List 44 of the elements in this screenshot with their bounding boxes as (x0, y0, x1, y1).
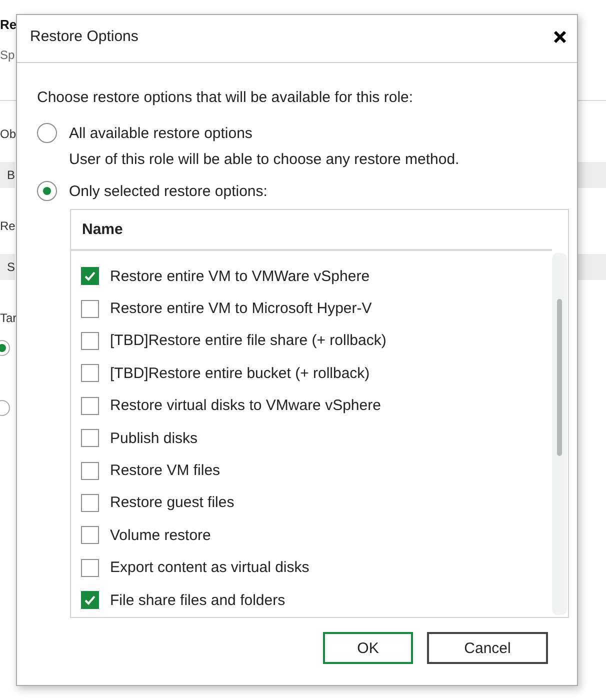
checkbox[interactable] (81, 396, 99, 415)
option-label: Restore entire VM to VMWare vSphere (110, 268, 370, 285)
checkbox[interactable] (81, 462, 99, 480)
checkbox[interactable] (81, 558, 99, 577)
option-label: Publish disks (110, 430, 198, 447)
field-label: Tar (0, 311, 17, 325)
option-label: [TBD]Restore entire file share (+ rollback) (110, 332, 386, 350)
checkbox[interactable] (81, 494, 99, 512)
option-description: User of this role will be able to choose any restore method. (69, 150, 460, 170)
option-label: Export content as virtual disks (110, 559, 310, 576)
dialog-button[interactable]: OK (323, 632, 413, 664)
close-icon[interactable] (553, 30, 567, 44)
scrollbar-thumb[interactable] (557, 299, 562, 456)
column-header: Name (82, 221, 123, 238)
input-field[interactable]: B (0, 162, 15, 188)
dialog-button[interactable]: Cancel (427, 632, 548, 664)
checkbox[interactable] (81, 267, 99, 286)
radio-button[interactable] (37, 123, 57, 143)
checkbox[interactable] (81, 364, 99, 382)
radio-label[interactable]: Only selected restore options: (69, 182, 268, 200)
option-label: File share files and folders (110, 592, 286, 609)
option-label: Restore virtual disks to VMware vSphere (110, 397, 381, 414)
input-field[interactable] (578, 254, 606, 280)
scrollbar[interactable] (552, 253, 567, 615)
checkbox[interactable] (81, 332, 99, 350)
dialog-title: Restore Options (30, 28, 138, 45)
option-label: Volume restore (110, 526, 211, 544)
radio-button[interactable] (37, 181, 57, 201)
input-field[interactable] (578, 162, 606, 188)
prompt-text: Choose restore options that will be available for this role: (37, 88, 414, 108)
option-label: Restore guest files (110, 494, 234, 512)
option-label: Restore VM files (110, 462, 220, 480)
field-label: Re (0, 219, 16, 233)
option-label: [TBD]Restore entire bucket (+ rollback) (110, 364, 370, 382)
field-label: Ob (0, 127, 16, 141)
window-subtitle: Sp (0, 48, 15, 62)
checkbox[interactable] (81, 526, 99, 544)
checkbox[interactable] (81, 300, 99, 318)
window-title: Re (0, 17, 17, 32)
checkbox[interactable] (81, 591, 99, 610)
radio-label[interactable]: All available restore options (69, 124, 252, 142)
input-field[interactable]: S (0, 254, 15, 280)
checkbox[interactable] (81, 429, 99, 448)
option-label: Restore entire VM to Microsoft Hyper-V (110, 300, 372, 318)
